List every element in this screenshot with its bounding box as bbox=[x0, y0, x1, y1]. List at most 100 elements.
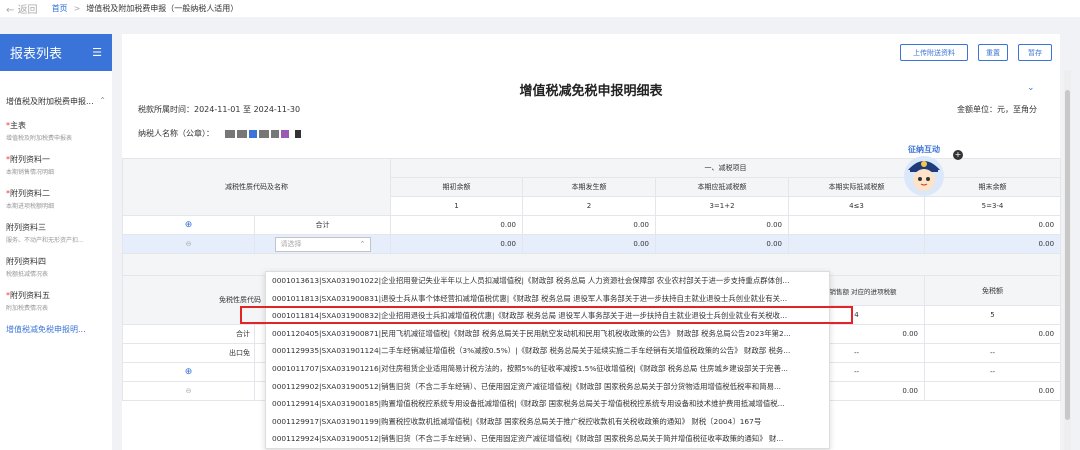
cell-value: 0.00 bbox=[923, 381, 1062, 401]
dropdown-option[interactable]: 0001013613|SXA031901022|企业招用登记失业半年以上人员扣减… bbox=[266, 272, 829, 290]
tax-period: 税款所属时间：2024-11-01 至 2024-11-30 bbox=[138, 105, 301, 114]
sidebar-item-sub: 本期销售情况明细 bbox=[6, 169, 55, 176]
add-row-icon[interactable]: ⊕ bbox=[122, 362, 255, 382]
remove-row-icon[interactable]: ⊖ bbox=[122, 234, 255, 254]
sidebar-item-sub: 服务、不动产和无形资产扣... bbox=[6, 237, 84, 244]
select-placeholder: 请选择 bbox=[280, 239, 302, 248]
sidebar-item-label: 附列资料三 bbox=[6, 223, 46, 232]
breadcrumb: ← 返回 首页 > 增值税及附加税费申报（一般纳税人适用） bbox=[0, 0, 1080, 17]
sidebar-item-sub: 税额抵减情况表 bbox=[6, 271, 49, 278]
redacted-block bbox=[280, 129, 289, 138]
menu-icon[interactable]: ☰ bbox=[92, 46, 102, 59]
sidebar-item-label: 增值税及附加税费申报... bbox=[6, 97, 94, 106]
back-label[interactable]: 返回 bbox=[18, 5, 38, 16]
redacted-block bbox=[236, 129, 247, 138]
row-label: 出口免 bbox=[122, 343, 255, 363]
code-dropdown-list: 0001013613|SXA031901022|企业招用登记失业半年以上人员扣减… bbox=[265, 271, 830, 449]
save-draft-button[interactable]: 暂存 bbox=[1018, 44, 1052, 61]
redacted-block bbox=[248, 129, 257, 138]
sidebar-item-main-table[interactable]: *主表 增值税及附加税费申报表 bbox=[0, 120, 78, 142]
highlight-box bbox=[240, 306, 853, 324]
sidebar-item-label: 附列资料四 bbox=[6, 257, 46, 266]
sidebar-item-schedule-4[interactable]: 附列资料四 税额抵减情况表 bbox=[0, 256, 54, 278]
sidebar-item-sub: 附加税费情况表 bbox=[6, 305, 49, 312]
sidebar-item-sub: 增值税及附加税费申报表 bbox=[6, 135, 73, 142]
col-index: 5 bbox=[923, 305, 1062, 325]
dropdown-option[interactable]: 0001129917|SXA031901199|购置税控收款机抵减增值税|《财政… bbox=[266, 413, 829, 431]
sidebar-item-schedule-2[interactable]: *附列资料二 本期进项税额明细 bbox=[0, 188, 60, 210]
col-index: 4≤3 bbox=[788, 196, 925, 216]
code-select-cell: 请选择 ⌃ bbox=[254, 234, 391, 254]
page-title: 增值税减免税申报明细表 bbox=[519, 84, 663, 99]
cell-value: 0.00 bbox=[655, 215, 789, 235]
sidebar-item-label: 主表 bbox=[10, 121, 26, 130]
dropdown-option[interactable]: 0001011707|SXA031901216|对住房租赁企业适用简易计税方法的… bbox=[266, 360, 829, 378]
assistant-mascot[interactable]: 征纳互动 bbox=[900, 145, 948, 198]
row-label: 合计 bbox=[122, 324, 255, 344]
dropdown-option[interactable]: 0001011813|SXA031900831|退役士兵从事个体经营扣减增值税优… bbox=[266, 290, 829, 308]
sidebar-item-vat-main[interactable]: 增值税及附加税费申报... ⌃ bbox=[0, 96, 112, 107]
dropdown-option[interactable]: 0001129924|SXA031900512|销售旧货（不含二手车经销）、已使… bbox=[266, 430, 829, 448]
add-row-icon[interactable]: ⊕ bbox=[122, 215, 255, 235]
breadcrumb-current: 增值税及附加税费申报（一般纳税人适用） bbox=[86, 4, 239, 13]
sidebar: 报表列表 ☰ 增值税及附加税费申报... ⌃ *主表 增值税及附加税费申报表 *附… bbox=[0, 34, 112, 450]
chevron-up-icon: ⌃ bbox=[99, 96, 106, 105]
cell-value: 0.00 bbox=[390, 215, 523, 235]
code-select[interactable]: 请选择 ⌃ bbox=[274, 236, 371, 252]
cell-value: 0.00 bbox=[655, 234, 789, 254]
col-index: 5=3-4 bbox=[923, 196, 1062, 216]
sidebar-item-label: 附列资料一 bbox=[10, 155, 50, 164]
amount-unit: 金额单位：元，至角分 bbox=[957, 105, 1037, 114]
plus-icon[interactable]: + bbox=[953, 150, 963, 160]
scrollbar-thumb[interactable] bbox=[1065, 90, 1070, 420]
upload-attachments-button[interactable]: 上传附送资料 bbox=[900, 44, 968, 61]
sidebar-item-schedule-3[interactable]: 附列资料三 服务、不动产和无形资产扣... bbox=[0, 222, 90, 244]
remove-row-icon[interactable]: ⊖ bbox=[122, 381, 255, 401]
sidebar-item-label: 增值税减免税申报明... bbox=[6, 325, 86, 334]
chevron-down-icon[interactable]: ⌄ bbox=[1027, 83, 1035, 93]
dropdown-option[interactable]: 0001129902|SXA031900512|销售旧货（不含二手车经销）、已使… bbox=[266, 378, 829, 396]
redacted-block bbox=[294, 129, 301, 138]
col-header: 本期发生额 bbox=[522, 177, 656, 197]
dropdown-option[interactable]: 0001120405|SXA031900871|民用飞机减征增值税|《财政部 税… bbox=[266, 325, 829, 343]
cell-value: 0.00 bbox=[923, 215, 1062, 235]
col-header: 免税额 bbox=[923, 275, 1062, 306]
sidebar-item-label: 附列资料二 bbox=[10, 189, 50, 198]
back-link[interactable]: ← 返回 bbox=[6, 1, 38, 16]
taxpayer-label: 纳税人名称（公章）： bbox=[138, 129, 214, 138]
dropdown-option[interactable]: 0001129935|SXA031901124|二手车经销减征增值税（3%减按0… bbox=[266, 342, 829, 360]
col-header: 本期应抵减税额 bbox=[655, 177, 789, 197]
sidebar-title: 报表列表 bbox=[10, 47, 63, 62]
cell-value: 0.00 bbox=[923, 234, 1062, 254]
col-index: 2 bbox=[522, 196, 656, 216]
col-index: 3=1+2 bbox=[655, 196, 789, 216]
breadcrumb-home[interactable]: 首页 bbox=[52, 3, 68, 14]
cell-value[interactable]: 0.00 bbox=[522, 234, 656, 254]
col-header: 期初余额 bbox=[390, 177, 523, 197]
table-row: ⊕ 合计 0.00 0.00 0.00 0.00 bbox=[122, 215, 1062, 235]
taxpayer-name: 纳税人名称（公章）： bbox=[138, 128, 301, 139]
cell-value: 0.00 bbox=[522, 215, 656, 235]
mascot-caption: 征纳互动 bbox=[908, 145, 940, 154]
cell-value bbox=[788, 215, 925, 235]
cell-value[interactable] bbox=[788, 234, 925, 254]
total-label: 合计 bbox=[254, 215, 391, 235]
dropdown-option[interactable]: 0001129914|SXA031900185|购置增值税税控系统专用设备抵减增… bbox=[266, 395, 829, 413]
cell-value[interactable]: 0.00 bbox=[390, 234, 523, 254]
redacted-block bbox=[258, 129, 269, 138]
redacted-block bbox=[224, 129, 235, 138]
cell-value: -- bbox=[923, 343, 1062, 363]
cell-value: 0.00 bbox=[923, 324, 1062, 344]
chevron-up-icon: ⌃ bbox=[359, 239, 366, 248]
sidebar-item-schedule-5[interactable]: *附列资料五 附加税费情况表 bbox=[0, 290, 56, 312]
sidebar-item-sub: 本期进项税额明细 bbox=[6, 203, 55, 210]
reset-button[interactable]: 重置 bbox=[978, 44, 1008, 61]
redacted-block bbox=[270, 129, 279, 138]
sidebar-item-schedule-1[interactable]: *附列资料一 本期销售情况明细 bbox=[0, 154, 60, 176]
breadcrumb-separator: > bbox=[73, 4, 81, 13]
code-name-header: 减税性质代码及名称 bbox=[122, 158, 391, 216]
sidebar-item-label: 附列资料五 bbox=[10, 291, 50, 300]
sidebar-header: 报表列表 ☰ bbox=[0, 34, 112, 71]
sidebar-item-vat-reduction[interactable]: 增值税减免税申报明... bbox=[0, 324, 92, 335]
col-index: 1 bbox=[390, 196, 523, 216]
